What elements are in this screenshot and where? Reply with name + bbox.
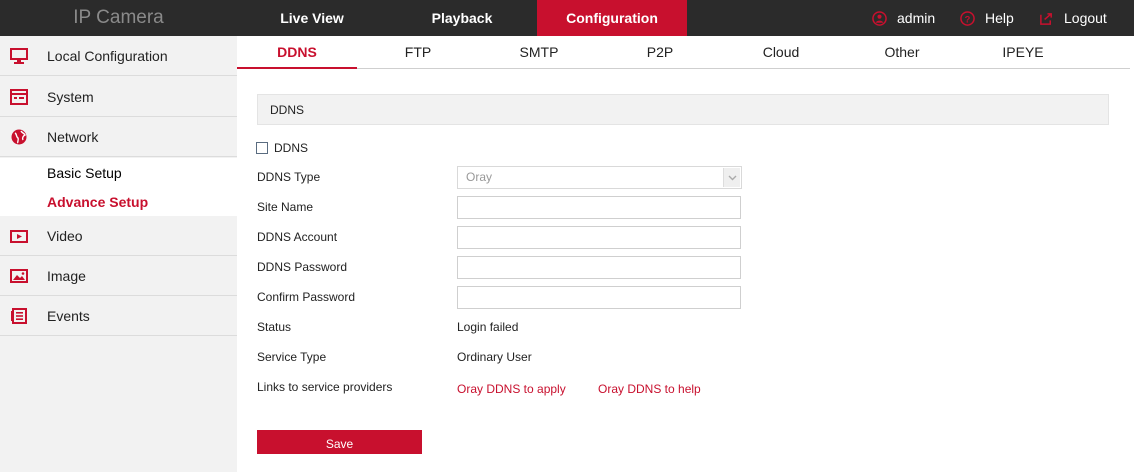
tab-ipeye[interactable]: IPEYE <box>972 36 1074 69</box>
sidebar-item-label: Image <box>47 267 86 284</box>
tab-ftp[interactable]: FTP <box>367 36 469 69</box>
ddns-account-input[interactable] <box>457 226 741 249</box>
sidebar-sub-item-basic-setup[interactable]: Basic Setup <box>0 158 237 187</box>
ddns-type-select[interactable]: Oray <box>457 166 742 189</box>
tab-cloud[interactable]: Cloud <box>730 36 832 69</box>
system-window-icon <box>10 89 28 105</box>
tab-ddns[interactable]: DDNS <box>237 36 357 69</box>
events-list-icon <box>11 308 27 324</box>
video-icon <box>10 230 28 243</box>
sidebar-item-video[interactable]: Video <box>0 216 237 256</box>
sidebar-item-label: Events <box>47 307 90 324</box>
user-icon <box>872 10 887 26</box>
sidebar-item-label: Local Configuration <box>47 47 168 64</box>
ddns-account-label: DDNS Account <box>257 230 338 244</box>
image-icon <box>10 269 28 283</box>
logout-icon <box>1040 12 1052 25</box>
sidebar-item-label: Video <box>47 227 83 244</box>
ddns-password-label: DDNS Password <box>257 260 348 274</box>
sidebar-item-network[interactable]: Network <box>0 117 237 157</box>
sidebar-item-events[interactable]: Events <box>0 296 237 336</box>
help-label: Help <box>985 10 1014 26</box>
sidebar-sub-item-advance-setup[interactable]: Advance Setup <box>0 187 237 216</box>
help-link[interactable]: ? Help <box>960 0 1014 36</box>
tab-other[interactable]: Other <box>851 36 953 69</box>
nav-live-view[interactable]: Live View <box>237 0 387 36</box>
help-icon: ? <box>960 10 975 26</box>
section-title: DDNS <box>257 94 1109 125</box>
user-menu[interactable]: admin <box>872 0 935 36</box>
ddns-type-label: DDNS Type <box>257 170 321 184</box>
sidebar-sub-item-label: Basic Setup <box>47 164 122 181</box>
status-label: Status <box>257 320 292 334</box>
save-button[interactable]: Save <box>257 430 422 454</box>
brand-title: IP Camera <box>73 7 164 28</box>
sidebar-item-label: Network <box>47 128 99 145</box>
logout-label: Logout <box>1064 10 1107 26</box>
service-type-label: Service Type <box>257 350 327 364</box>
nav-configuration[interactable]: Configuration <box>537 0 687 36</box>
confirm-password-input[interactable] <box>457 286 741 309</box>
service-type-value: Ordinary User <box>457 350 532 364</box>
sidebar-item-local-configuration[interactable]: Local Configuration <box>0 36 237 76</box>
sidebar-item-label: System <box>47 88 94 105</box>
status-value: Login failed <box>457 320 519 334</box>
ddns-enable-label: DDNS <box>274 141 309 155</box>
ddns-type-value: Oray <box>466 170 493 184</box>
logout-link[interactable]: Logout <box>1039 0 1107 36</box>
top-bar: IP Camera Live View Playback Configurati… <box>0 0 1134 36</box>
tab-smtp[interactable]: SMTP <box>488 36 590 69</box>
service-links-label: Links to service providers <box>257 380 393 394</box>
network-advance-tabs: DDNS FTP SMTP P2P Cloud Other IPEYE <box>237 36 1130 69</box>
nav-playback[interactable]: Playback <box>387 0 537 36</box>
monitor-icon <box>10 48 28 64</box>
sidebar-item-system[interactable]: System <box>0 77 237 117</box>
oray-apply-link[interactable]: Oray DDNS to apply <box>457 382 566 396</box>
chevron-down-icon <box>723 168 740 187</box>
sidebar: Local Configuration System Network Basic… <box>0 36 237 472</box>
user-name: admin <box>897 10 936 26</box>
svg-text:?: ? <box>965 14 971 24</box>
globe-icon <box>11 129 27 145</box>
sidebar-sub-item-label: Advance Setup <box>47 193 149 210</box>
sidebar-item-image[interactable]: Image <box>0 256 237 296</box>
oray-help-link[interactable]: Oray DDNS to help <box>598 382 701 396</box>
ddns-password-input[interactable] <box>457 256 741 279</box>
tab-p2p[interactable]: P2P <box>609 36 711 69</box>
site-name-label: Site Name <box>257 200 314 214</box>
site-name-input[interactable] <box>457 196 741 219</box>
confirm-password-label: Confirm Password <box>257 290 356 304</box>
ddns-enable-checkbox[interactable] <box>256 142 268 154</box>
